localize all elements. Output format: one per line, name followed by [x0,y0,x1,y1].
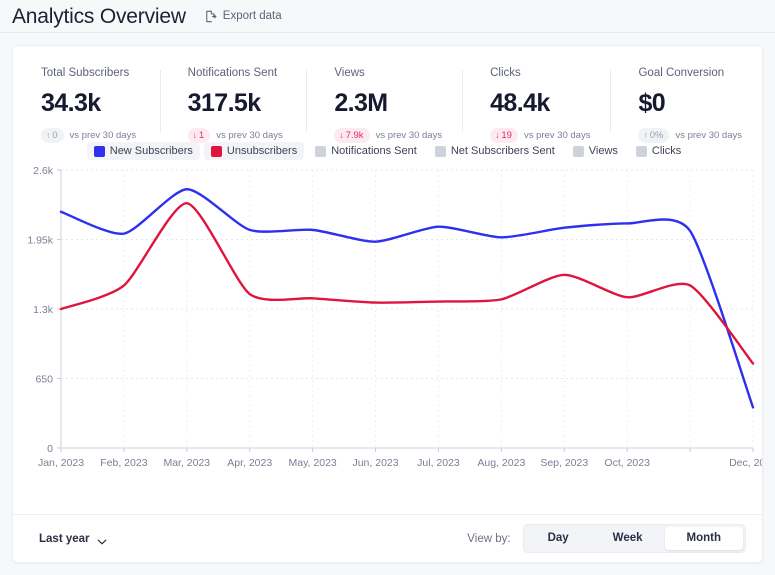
stats-row: Total Subscribers 34.3k ↑ 0 vs prev 30 d… [13,46,762,143]
status-badge: ↓ 7.9k [334,127,370,143]
stat-card: Clicks 48.4k ↓ 19 vs prev 30 days [462,67,610,143]
view-by-day-button[interactable]: Day [526,527,591,551]
badge-value: 7.9k [345,129,364,141]
legend-item-clicks[interactable]: Clicks [629,142,688,160]
export-data-label: Export data [222,10,282,22]
stat-value: 48.4k [490,88,550,117]
stat-note: vs prev 30 days [69,129,137,141]
arrow-down-icon: ↓ [495,130,500,140]
stat-label: Total Subscribers [41,67,130,79]
stat-value: 34.3k [41,88,101,117]
legend-item-label: Clicks [651,145,682,157]
y-axis-label: 2.6k [33,165,54,177]
x-axis-label: Mar, 2023 [163,457,210,469]
legend-item-label: New Subscribers [109,145,193,157]
status-badge: ↑ 0 [41,127,64,143]
stat-card: Notifications Sent 317.5k ↓ 1 vs prev 30… [159,67,307,143]
badge-value: 0% [649,129,664,141]
badge-value: 19 [501,129,512,141]
date-range-label: Last year [39,532,90,545]
series-line-new-subscribers [59,188,755,409]
x-axis-label: Oct, 2023 [604,457,650,469]
legend-item-views[interactable]: Views [566,142,625,160]
stat-footer: ↑ 0 vs prev 30 days [41,127,140,143]
legend-item-net-subscribers-sent[interactable]: Net Subscribers Sent [428,142,562,160]
status-badge: ↓ 19 [490,127,518,143]
line-chart: 0 650 1.3k 1.95k 2.6k Jan, 2023 Feb, 2023 Mar, … [27,165,763,469]
stat-footer: ↑ 0% vs prev 30 days [638,127,743,143]
arrow-down-icon: ↓ [339,130,344,140]
stat-footer: ↓ 7.9k vs prev 30 days [334,127,443,143]
view-by-month-button[interactable]: Month [664,526,743,551]
stat-note: vs prev 30 days [675,129,743,141]
analytics-card: Total Subscribers 34.3k ↑ 0 vs prev 30 d… [12,45,763,563]
y-axis-label: 0 [47,443,53,455]
badge-value: 0 [52,129,58,141]
legend-swatch-icon [635,145,647,157]
x-axis-label: Dec, 2023 [729,457,763,469]
chart-area: 0 650 1.3k 1.95k 2.6k Jan, 2023 Feb, 2023 Mar, … [13,160,763,485]
chart-footer: Last year View by: Day Week Month [13,514,762,562]
export-data-button[interactable]: Export data [204,10,282,23]
x-axis-label: Jan, 2023 [38,457,84,469]
stat-label: Views [334,67,365,79]
chevron-down-icon [97,536,107,544]
status-badge: ↓ 1 [187,127,211,143]
legend-item-label: Views [588,145,618,157]
view-by-label: View by: [467,532,511,545]
page-header: Analytics Overview Export data [0,0,775,33]
legend-item-label: Net Subscribers Sent [450,145,555,157]
series-line-unsubscribers [59,201,755,365]
stat-footer: ↓ 19 vs prev 30 days [490,127,591,143]
legend-swatch-icon [315,145,327,157]
chart-legend: New Subscribers Unsubscribers Notification… [13,142,762,160]
stat-label: Clicks [490,67,521,79]
stat-footer: ↓ 1 vs prev 30 days [187,127,287,143]
stat-label: Notifications Sent [187,67,278,79]
x-axis-label: Aug, 2023 [477,457,525,469]
badge-value: 1 [198,129,205,141]
stat-card: Total Subscribers 34.3k ↑ 0 vs prev 30 d… [13,67,160,143]
stat-note: vs prev 30 days [216,129,283,141]
stat-label: Goal Conversion [638,67,725,79]
stat-value: 317.5k [187,88,261,117]
stat-note: vs prev 30 days [375,129,443,141]
arrow-down-icon: ↓ [192,130,197,140]
y-axis-label: 1.3k [33,304,54,316]
legend-swatch-icon [210,145,222,157]
view-by-control: View by: Day Week Month [467,523,746,554]
legend-item-unsubscribers[interactable]: Unsubscribers [203,142,305,160]
x-axis-label: Jul, 2023 [417,457,460,469]
status-badge: ↑ 0% [638,127,670,143]
legend-item-label: Unsubscribers [226,145,298,157]
stat-note: vs prev 30 days [523,129,591,141]
legend-swatch-icon [434,145,446,157]
y-axis-label: 1.95k [27,235,53,247]
legend-item-new-subscribers[interactable]: New Subscribers [86,142,200,160]
page-title: Analytics Overview [12,4,186,28]
analytics-page: Analytics Overview Export data Total Sub… [0,0,775,575]
x-axis-label: May, 2023 [289,457,337,469]
legend-item-label: Notifications Sent [331,145,417,157]
x-axis-label: Apr, 2023 [227,457,272,469]
y-axis-label: 650 [35,374,53,386]
arrow-up-icon: ↑ [46,130,51,140]
stat-value: $0 [638,88,666,117]
x-axis-label: Feb, 2023 [100,457,147,469]
stat-card: Goal Conversion $0 ↑ 0% vs prev 30 days [610,67,762,143]
export-file-icon [204,10,217,23]
legend-swatch-icon [572,145,584,157]
date-range-select[interactable]: Last year [39,533,107,545]
view-by-week-button[interactable]: Week [591,527,665,551]
x-axis-label: Jun, 2023 [352,457,398,469]
view-by-segmented-control: Day Week Month [522,523,746,554]
stat-card: Views 2.3M ↓ 7.9k vs prev 30 days [306,67,462,143]
legend-swatch-icon [93,145,105,157]
stat-value: 2.3M [334,88,388,117]
x-axis-label: Sep, 2023 [540,457,588,469]
legend-item-notifications-sent[interactable]: Notifications Sent [308,142,424,160]
arrow-up-icon: ↑ [643,130,648,140]
